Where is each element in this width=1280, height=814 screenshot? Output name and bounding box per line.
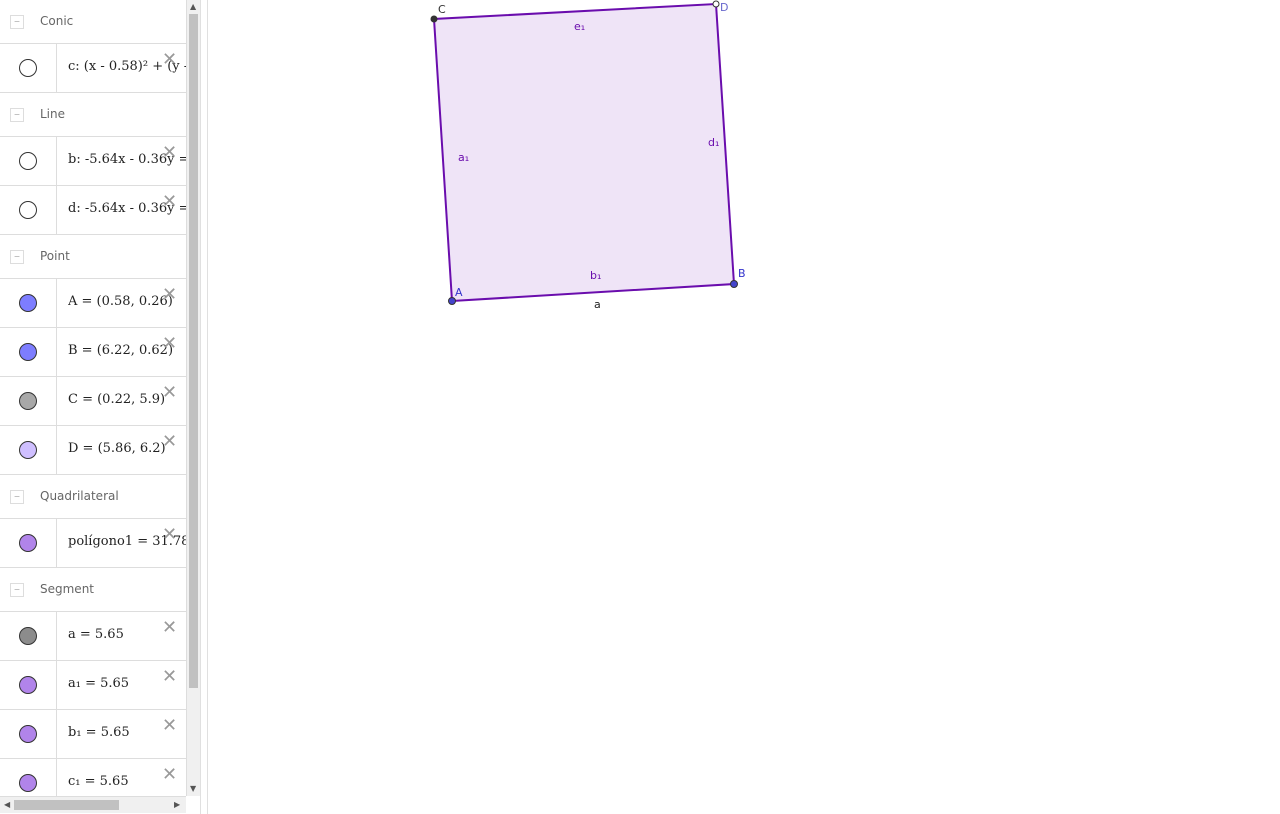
delete-icon[interactable]: ✕	[162, 286, 177, 304]
algebra-item[interactable]: polígono1 = 31.78 ✕	[0, 519, 186, 568]
visibility-toggle-icon[interactable]	[19, 725, 37, 743]
algebra-item[interactable]: B = (6.22, 0.62) ✕	[0, 328, 186, 377]
marble-cell	[0, 186, 57, 234]
algebra-item[interactable]: b: -5.64x - 0.36y = -3.37✕	[0, 137, 186, 186]
marble-cell	[0, 137, 57, 185]
scroll-left-arrow[interactable]: ◀	[4, 800, 10, 809]
group-header-line[interactable]: – Line	[0, 93, 186, 137]
segment-label-d1: d₁	[708, 136, 719, 149]
algebra-item[interactable]: b₁ = 5.65 ✕	[0, 710, 186, 759]
delete-icon[interactable]: ✕	[162, 384, 177, 402]
marble-cell	[0, 612, 57, 660]
algebra-vertical-scrollbar[interactable]: ▲ ▼	[186, 0, 200, 796]
delete-icon[interactable]: ✕	[162, 619, 177, 637]
delete-icon[interactable]: ✕	[162, 433, 177, 451]
visibility-toggle-icon[interactable]	[19, 343, 37, 361]
visibility-toggle-icon[interactable]	[19, 294, 37, 312]
marble-cell	[0, 426, 57, 474]
point-label-B: B	[738, 267, 746, 280]
scroll-up-arrow[interactable]: ▲	[190, 3, 196, 11]
scroll-down-arrow[interactable]: ▼	[190, 785, 196, 793]
algebra-item[interactable]: C = (0.22, 5.9) ✕	[0, 377, 186, 426]
marble-cell	[0, 710, 57, 758]
algebra-item[interactable]: a = 5.65 ✕	[0, 612, 186, 661]
segment-label-a: a	[594, 298, 601, 311]
collapse-icon[interactable]: –	[10, 583, 24, 597]
algebra-item[interactable]: c: (x - 0.58)² + (y - 0.26)² = 31.78✕	[0, 44, 186, 93]
group-label: Quadrilateral	[40, 489, 119, 503]
delete-icon[interactable]: ✕	[162, 766, 177, 784]
point-D[interactable]	[712, 0, 720, 8]
collapse-icon[interactable]: –	[10, 490, 24, 504]
algebra-item[interactable]: D = (5.86, 6.2) ✕	[0, 426, 186, 475]
visibility-toggle-icon[interactable]	[19, 59, 37, 77]
marble-cell	[0, 328, 57, 376]
point-label-C: C	[438, 3, 446, 16]
point-label-A: A	[455, 286, 463, 299]
marble-cell	[0, 661, 57, 709]
visibility-toggle-icon[interactable]	[19, 774, 37, 792]
point-label-D: D	[720, 1, 728, 14]
visibility-toggle-icon[interactable]	[19, 441, 37, 459]
group-label: Point	[40, 249, 70, 263]
visibility-toggle-icon[interactable]	[19, 676, 37, 694]
delete-icon[interactable]: ✕	[162, 335, 177, 353]
visibility-toggle-icon[interactable]	[19, 392, 37, 410]
collapse-icon[interactable]: –	[10, 250, 24, 264]
point-B[interactable]	[730, 280, 738, 288]
group-header-segment[interactable]: – Segment	[0, 568, 186, 612]
segment-label-b1: b₁	[590, 269, 601, 282]
delete-icon[interactable]: ✕	[162, 144, 177, 162]
algebra-view: – Conic c: (x - 0.58)² + (y - 0.26)² = 31.…	[0, 0, 186, 796]
vertical-scroll-thumb[interactable]	[189, 14, 198, 688]
segment-label-e1: e₁	[574, 20, 585, 33]
group-header-quadrilateral[interactable]: – Quadrilateral	[0, 475, 186, 519]
algebra-item[interactable]: c₁ = 5.65 ✕	[0, 759, 186, 796]
marble-cell	[0, 44, 57, 92]
group-header-conic[interactable]: – Conic	[0, 0, 186, 44]
marble-cell	[0, 519, 57, 567]
algebra-item[interactable]: a₁ = 5.65 ✕	[0, 661, 186, 710]
algebra-item[interactable]: d: -5.64x - 0.36y = -35.15✕	[0, 186, 186, 235]
visibility-toggle-icon[interactable]	[19, 152, 37, 170]
view-divider[interactable]	[200, 0, 208, 814]
collapse-icon[interactable]: –	[10, 108, 24, 122]
visibility-toggle-icon[interactable]	[19, 627, 37, 645]
delete-icon[interactable]: ✕	[162, 51, 177, 69]
delete-icon[interactable]: ✕	[162, 668, 177, 686]
group-header-point[interactable]: – Point	[0, 235, 186, 279]
algebra-horizontal-scrollbar[interactable]: ◀ ▶	[0, 796, 186, 813]
visibility-toggle-icon[interactable]	[19, 534, 37, 552]
horizontal-scroll-thumb[interactable]	[14, 800, 119, 810]
algebra-item[interactable]: A = (0.58, 0.26) ✕	[0, 279, 186, 328]
group-label: Line	[40, 107, 66, 121]
point-C[interactable]	[430, 15, 438, 23]
visibility-toggle-icon[interactable]	[19, 201, 37, 219]
delete-icon[interactable]: ✕	[162, 193, 177, 211]
group-label: Conic	[40, 14, 74, 28]
delete-icon[interactable]: ✕	[162, 526, 177, 544]
collapse-icon[interactable]: –	[10, 15, 24, 29]
delete-icon[interactable]: ✕	[162, 717, 177, 735]
marble-cell	[0, 759, 57, 796]
scroll-right-arrow[interactable]: ▶	[174, 800, 180, 809]
group-label: Segment	[40, 582, 94, 596]
marble-cell	[0, 279, 57, 327]
marble-cell	[0, 377, 57, 425]
polygon1-shape[interactable]	[432, 2, 736, 303]
graphics-view[interactable]: A B C De₁ a₁ d₁ b₁ a	[208, 0, 1280, 814]
segment-label-a1: a₁	[458, 151, 469, 164]
